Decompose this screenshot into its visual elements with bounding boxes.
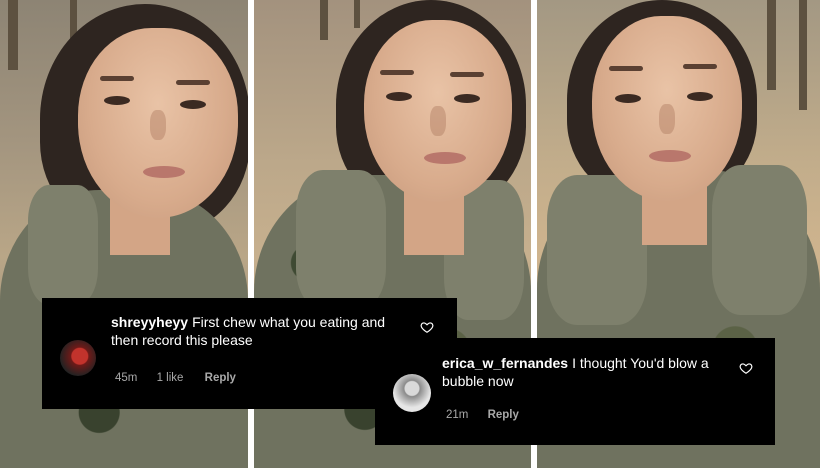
eyebrow bbox=[380, 70, 414, 75]
nose bbox=[430, 106, 446, 136]
eye bbox=[386, 92, 412, 101]
tree-trunk bbox=[767, 0, 776, 90]
comment-timestamp: 45m bbox=[115, 372, 138, 384]
comment-username[interactable]: shreyyheyy bbox=[111, 314, 188, 330]
eye bbox=[104, 96, 130, 105]
lips bbox=[649, 150, 691, 162]
tree-trunk bbox=[8, 0, 18, 70]
eye bbox=[180, 100, 206, 109]
jacket-collar bbox=[547, 175, 647, 325]
eyebrow bbox=[683, 64, 717, 69]
comment-username[interactable]: erica_w_fernandes bbox=[442, 355, 568, 371]
jacket-collar bbox=[712, 165, 807, 315]
jacket-collar bbox=[296, 170, 386, 310]
nose bbox=[150, 110, 166, 140]
tree-trunk bbox=[799, 0, 807, 110]
jacket-collar bbox=[28, 185, 98, 305]
eye bbox=[687, 92, 713, 101]
reply-button[interactable]: Reply bbox=[488, 409, 519, 421]
reply-button[interactable]: Reply bbox=[205, 372, 236, 384]
comment-timestamp: 21m bbox=[446, 409, 469, 421]
avatar[interactable] bbox=[60, 340, 96, 376]
tree-trunk bbox=[354, 0, 360, 28]
lips bbox=[424, 152, 466, 164]
comment-meta: 45m 1 like Reply bbox=[115, 372, 252, 384]
comment-card: erica_w_fernandes I thought You'd blow a … bbox=[375, 338, 775, 445]
comment-like-count[interactable]: 1 like bbox=[157, 372, 184, 384]
eyebrow bbox=[609, 66, 643, 71]
comment-meta: 21m Reply bbox=[446, 409, 535, 421]
eye bbox=[615, 94, 641, 103]
heart-outline-icon[interactable] bbox=[739, 361, 753, 375]
lips bbox=[143, 166, 185, 178]
eye bbox=[454, 94, 480, 103]
tree-trunk bbox=[320, 0, 328, 40]
eyebrow bbox=[100, 76, 134, 81]
nose bbox=[659, 104, 675, 134]
avatar[interactable] bbox=[393, 374, 431, 412]
eyebrow bbox=[176, 80, 210, 85]
heart-outline-icon[interactable] bbox=[420, 320, 434, 334]
comment-body: shreyyheyy First chew what you eating and… bbox=[111, 313, 411, 349]
comment-body: erica_w_fernandes I thought You'd blow a … bbox=[442, 354, 732, 390]
eyebrow bbox=[450, 72, 484, 77]
